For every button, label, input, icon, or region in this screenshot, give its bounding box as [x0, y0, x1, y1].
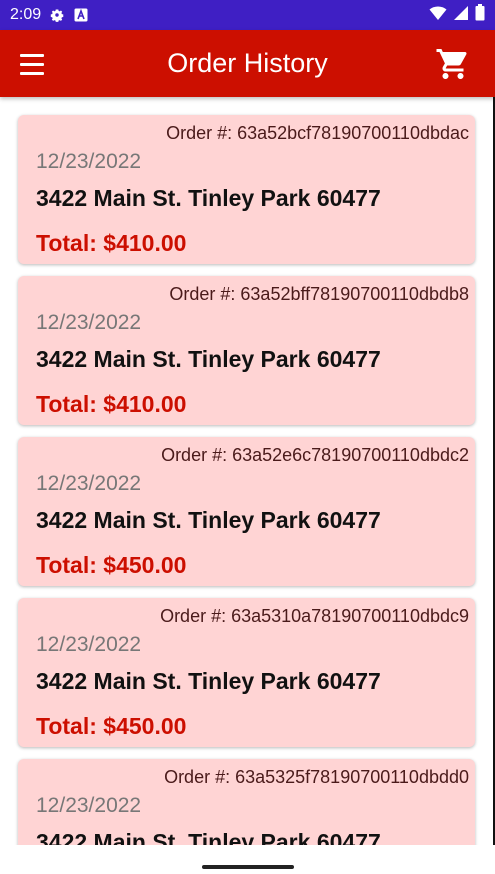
- order-total: Total: $410.00: [36, 230, 187, 256]
- order-number: Order #: 63a52e6c78190700110dbdc2: [161, 445, 469, 465]
- order-address: 3422 Main St. Tinley Park 60477: [36, 668, 381, 694]
- hamburger-menu-icon[interactable]: [14, 46, 50, 82]
- app-bar: Order History: [0, 30, 495, 97]
- order-number: Order #: 63a52bcf78190700110dbdac: [166, 123, 469, 143]
- order-address: 3422 Main St. Tinley Park 60477: [36, 829, 381, 845]
- battery-icon: [475, 4, 485, 26]
- navigation-bar: [0, 845, 495, 874]
- order-card[interactable]: Order #: 63a52bff78190700110dbdb8 12/23/…: [18, 276, 475, 425]
- order-date: 12/23/2022: [36, 633, 142, 656]
- order-card[interactable]: Order #: 63a52e6c78190700110dbdc2 12/23/…: [18, 437, 475, 586]
- a-badge-icon: [73, 7, 89, 23]
- order-total: Total: $450.00: [36, 552, 187, 578]
- gear-icon: [49, 7, 65, 23]
- order-date: 12/23/2022: [36, 311, 142, 334]
- order-number: Order #: 63a52bff78190700110dbdb8: [169, 284, 469, 304]
- order-card[interactable]: Order #: 63a5325f78190700110dbdd0 12/23/…: [18, 759, 475, 845]
- order-card[interactable]: Order #: 63a52bcf78190700110dbdac 12/23/…: [18, 115, 475, 264]
- order-address: 3422 Main St. Tinley Park 60477: [36, 346, 381, 372]
- order-total: Total: $450.00: [36, 713, 187, 739]
- signal-icon: [453, 5, 469, 26]
- status-time: 2:09: [10, 6, 42, 23]
- order-date: 12/23/2022: [36, 794, 142, 817]
- order-address: 3422 Main St. Tinley Park 60477: [36, 185, 381, 211]
- page-title: Order History: [167, 48, 328, 78]
- status-bar: 2:09: [0, 0, 495, 30]
- wifi-icon: [429, 5, 447, 26]
- order-date: 12/23/2022: [36, 472, 142, 495]
- status-icons: [429, 4, 485, 26]
- order-card[interactable]: Order #: 63a5310a78190700110dbdc9 12/23/…: [18, 598, 475, 747]
- order-list[interactable]: Order #: 63a52bcf78190700110dbdac 12/23/…: [0, 97, 495, 845]
- app-screen: 2:09 Order History Order #: 63a52bcf7819…: [0, 0, 495, 874]
- order-total: Total: $410.00: [36, 391, 187, 417]
- order-date: 12/23/2022: [36, 150, 142, 173]
- order-address: 3422 Main St. Tinley Park 60477: [36, 507, 381, 533]
- shopping-cart-icon[interactable]: [435, 46, 471, 82]
- home-gesture-handle[interactable]: [202, 865, 294, 869]
- order-number: Order #: 63a5310a78190700110dbdc9: [160, 606, 469, 626]
- order-number: Order #: 63a5325f78190700110dbdd0: [164, 767, 469, 787]
